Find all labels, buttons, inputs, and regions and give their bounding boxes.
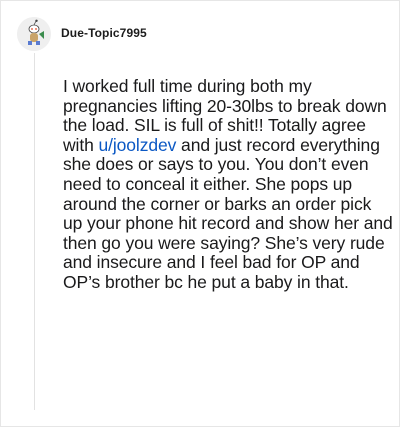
user-avatar-icon[interactable] bbox=[17, 17, 51, 51]
user-mention-link[interactable]: u/joolzdev bbox=[98, 135, 176, 155]
thread-line[interactable] bbox=[34, 53, 35, 410]
comment-author[interactable]: Due-Topic7995 bbox=[61, 26, 147, 40]
comment-body-part2: and just record everything she does or s… bbox=[63, 134, 393, 292]
comment-body: I worked full time during both my pregna… bbox=[63, 76, 393, 293]
comment-card: Due-Topic7995 I worked full time during … bbox=[0, 0, 400, 427]
snoo-avatar-icon bbox=[17, 17, 51, 51]
